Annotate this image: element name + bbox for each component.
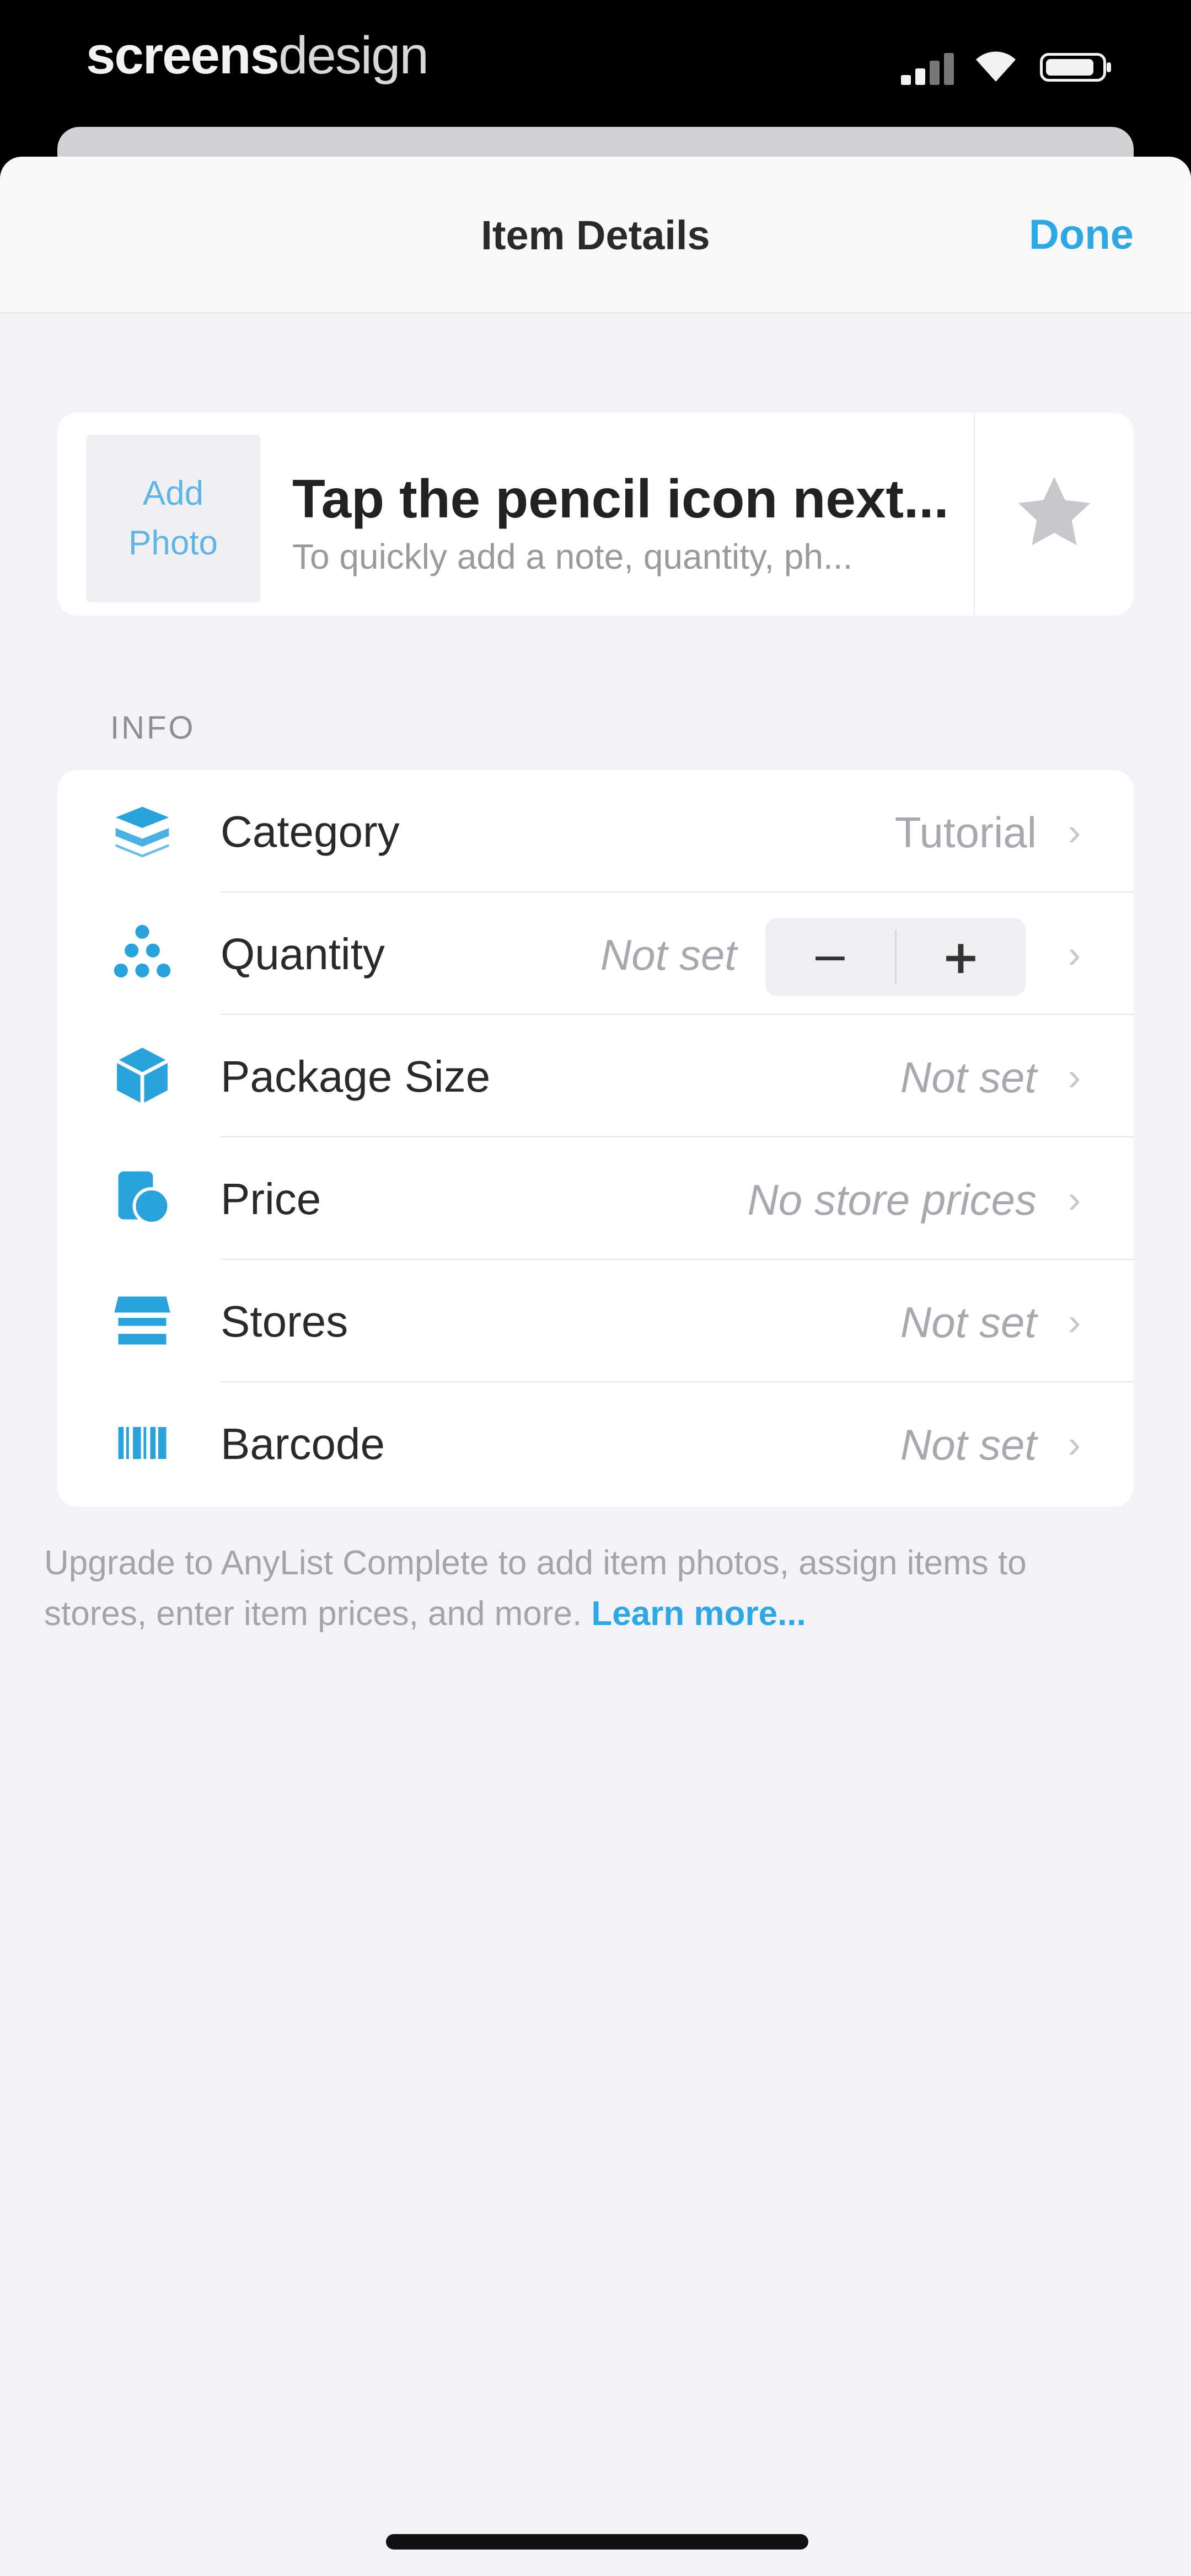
home-indicator[interactable] xyxy=(386,2534,808,2550)
upgrade-footer: Upgrade to AnyList Complete to add item … xyxy=(44,1538,1136,1639)
category-icon xyxy=(110,799,174,863)
row-value: Not set xyxy=(600,931,737,979)
item-details-sheet: Item Details Done Add Photo Tap the penc… xyxy=(0,157,1191,2576)
brand-bold: screens xyxy=(86,26,280,85)
row-package-size[interactable]: Package Size Not set › xyxy=(57,1015,1134,1137)
navigation-bar: Item Details Done xyxy=(0,157,1191,313)
chevron-right-icon: › xyxy=(1067,1178,1081,1221)
add-photo-button[interactable]: Add Photo xyxy=(86,435,260,602)
row-value: Tutorial xyxy=(894,808,1037,857)
add-photo-label-line1: Add xyxy=(142,474,204,513)
learn-more-link[interactable]: Learn more... xyxy=(591,1595,806,1633)
battery-icon xyxy=(1040,53,1111,82)
page-title: Item Details xyxy=(481,212,710,258)
brand-light: design xyxy=(278,26,429,85)
row-quantity[interactable]: Quantity Not set − + › xyxy=(57,892,1134,1015)
row-value: Not set xyxy=(900,1053,1037,1102)
row-label: Price xyxy=(221,1174,321,1223)
star-icon xyxy=(1018,477,1091,546)
increment-button[interactable]: + xyxy=(896,918,1026,996)
item-name[interactable]: Tap the pencil icon next... xyxy=(292,468,1009,530)
row-stores[interactable]: Stores Not set › xyxy=(57,1260,1134,1382)
brand-watermark: screensdesign xyxy=(86,25,429,86)
package-icon xyxy=(110,1044,174,1108)
row-price[interactable]: Price No store prices › xyxy=(57,1137,1134,1260)
row-value: Not set xyxy=(900,1420,1037,1469)
row-label: Package Size xyxy=(221,1052,491,1101)
chevron-right-icon: › xyxy=(1067,1055,1081,1098)
row-barcode[interactable]: Barcode Not set › xyxy=(57,1382,1134,1505)
add-photo-label-line2: Photo xyxy=(128,524,218,562)
chevron-right-icon: › xyxy=(1067,933,1081,976)
favorite-button[interactable] xyxy=(974,413,1134,616)
wifi-icon xyxy=(974,47,1018,84)
row-label: Quantity xyxy=(221,929,385,979)
row-value: No store prices xyxy=(747,1175,1037,1224)
store-icon xyxy=(110,1289,174,1353)
decrement-button[interactable]: − xyxy=(765,918,895,996)
item-header-card: Add Photo Tap the pencil icon next... To… xyxy=(57,413,1134,616)
item-note[interactable]: To quickly add a note, quantity, ph... xyxy=(292,536,1009,577)
price-icon xyxy=(110,1166,174,1230)
chevron-right-icon: › xyxy=(1067,810,1081,853)
status-bar: screensdesign xyxy=(0,0,1191,132)
cellular-signal-icon xyxy=(901,49,954,85)
row-label: Stores xyxy=(221,1297,348,1346)
row-value: Not set xyxy=(900,1298,1037,1346)
chevron-right-icon: › xyxy=(1067,1300,1081,1343)
row-label: Category xyxy=(221,807,400,856)
chevron-right-icon: › xyxy=(1067,1423,1081,1466)
quantity-stepper[interactable]: − + xyxy=(765,918,1026,996)
done-button[interactable]: Done xyxy=(1029,211,1134,259)
quantity-icon xyxy=(110,921,174,985)
section-label-info: INFO xyxy=(110,710,196,746)
upgrade-text: Upgrade to AnyList Complete to add item … xyxy=(44,1544,1027,1633)
info-card: Category Tutorial › Quantity Not set − +… xyxy=(57,770,1134,1507)
row-label: Barcode xyxy=(221,1419,385,1468)
barcode-icon xyxy=(110,1411,174,1475)
row-category[interactable]: Category Tutorial › xyxy=(57,770,1134,892)
